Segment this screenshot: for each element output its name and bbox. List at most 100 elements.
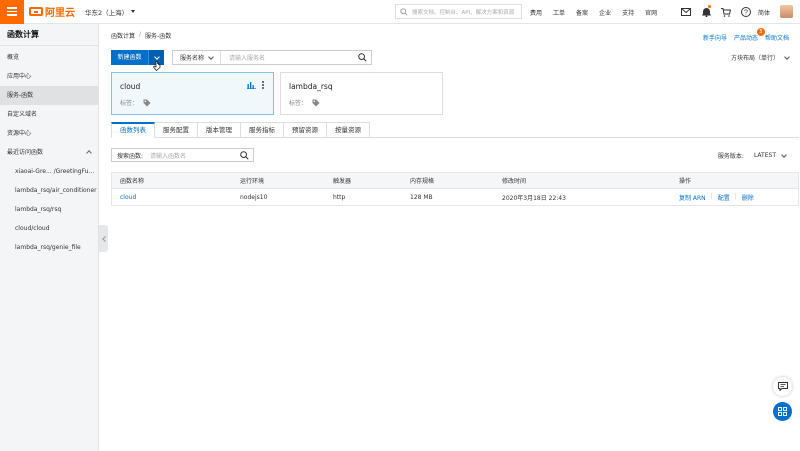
top-links: 费用 工单 备案 企业 支持 官网	[530, 0, 668, 24]
top-link-tickets[interactable]: 工单	[553, 8, 565, 17]
function-memory: 128 MB	[410, 193, 433, 201]
service-version-select[interactable]: 服务版本: LATEST	[718, 151, 787, 160]
aliyun-logo[interactable]: 阿里云	[29, 4, 75, 19]
tab-service-config[interactable]: 服务配置	[155, 122, 198, 138]
service-card-name: cloud	[120, 82, 141, 91]
service-tabs: 函数列表 服务配置 版本管理 服务指标 预留资源 按量资源	[111, 122, 370, 138]
delete-link[interactable]: 删除	[742, 193, 754, 202]
mouse-pointer-icon	[153, 61, 161, 71]
product-news-link[interactable]: 产品动态	[734, 33, 758, 42]
global-search-input[interactable]: 搜索文档、控制台、API、解决方案和资源	[395, 4, 522, 19]
tag-label: 标签：	[120, 100, 139, 107]
top-navigation-bar: 阿里云 华东2（上海） 搜索文档、控制台、API、解决方案和资源 费用 工单 备…	[0, 0, 800, 24]
chevron-down-icon	[781, 151, 787, 158]
sidebar-item-resource-center[interactable]: 资源中心	[0, 124, 98, 143]
recent-function-item[interactable]: lambda_rsq/air_conditioner	[0, 181, 98, 200]
layout-select[interactable]: 方块布局（单行）	[730, 53, 790, 62]
sidebar-item-service-function[interactable]: 服务-函数	[0, 86, 98, 105]
recent-function-item[interactable]: xiaoai-Gre... /GreetingFu...	[0, 162, 98, 181]
search-icon[interactable]	[358, 53, 367, 62]
function-search-input[interactable]: 请输入函数名	[143, 151, 240, 160]
divider: |	[710, 192, 713, 200]
chevron-down-icon	[784, 53, 790, 60]
table-header: 函数名称 运行环境 触发器 内存规格 修改时间 操作	[111, 172, 799, 189]
grid-icon	[778, 407, 787, 416]
tab-reserved-resources[interactable]: 预留资源	[284, 122, 327, 138]
column-header-trigger: 触发器	[333, 178, 352, 185]
new-user-guide-link[interactable]: 新手向导	[703, 33, 727, 42]
service-card-cloud[interactable]: cloud 标签：	[111, 72, 274, 115]
breadcrumb-current: 服务-函数	[145, 33, 172, 40]
header-links: 新手向导 产品动态 帮助文档	[703, 33, 789, 42]
tag-icon[interactable]	[143, 99, 151, 107]
sidebar-group-recent[interactable]: 最近访问函数	[0, 143, 98, 162]
bell-icon[interactable]	[696, 0, 716, 24]
recent-function-item[interactable]: lambda_rsq/rsq	[0, 200, 98, 219]
column-header-actions: 操作	[679, 178, 692, 185]
service-card-lambda-rsq[interactable]: lambda_rsq 标签：	[280, 72, 443, 115]
breadcrumb-root[interactable]: 函数计算	[111, 31, 135, 40]
top-link-icp[interactable]: 备案	[576, 8, 588, 17]
sidebar-group-label: 最近访问函数	[7, 149, 44, 156]
feedback-chat-button[interactable]	[773, 377, 792, 396]
function-modified-time: 2020年3月18日 22:43	[502, 194, 566, 202]
sidebar-item-custom-domain[interactable]: 自定义域名	[0, 105, 98, 124]
top-link-enterprise[interactable]: 企业	[599, 8, 611, 17]
hamburger-menu-icon[interactable]	[0, 0, 24, 24]
divider: |	[734, 192, 737, 200]
service-filter-select[interactable]: 服务名称	[173, 51, 221, 64]
tab-function-list[interactable]: 函数列表	[111, 122, 155, 138]
function-search-label: 搜索函数:	[117, 152, 144, 160]
region-label: 华东2（上海）	[85, 8, 129, 17]
column-header-modified: 修改时间	[502, 178, 527, 185]
recent-function-item[interactable]: cloud/cloud	[0, 219, 98, 238]
top-link-support[interactable]: 支持	[622, 8, 634, 17]
breadcrumb: 函数计算 / 服务-函数	[111, 31, 171, 40]
metrics-chart-icon[interactable]	[247, 81, 256, 89]
service-filter-label: 服务名称	[180, 55, 205, 62]
help-icon[interactable]: ?	[736, 0, 756, 24]
new-function-button[interactable]: 新建函数	[111, 50, 148, 65]
sidebar-item-app-center[interactable]: 应用中心	[0, 67, 98, 86]
search-icon	[400, 8, 408, 16]
global-search-placeholder: 搜索文档、控制台、API、解决方案和资源	[412, 9, 515, 16]
layout-select-label: 方块布局（单行）	[730, 55, 779, 62]
top-icons: ? 简体	[676, 0, 783, 24]
tab-on-demand-resources[interactable]: 按量资源	[327, 122, 370, 138]
tag-icon[interactable]	[312, 99, 320, 107]
cart-icon[interactable]	[716, 0, 736, 24]
tab-service-metrics[interactable]: 服务指标	[241, 122, 284, 138]
function-runtime: nodejs10	[240, 193, 268, 201]
apps-grid-button[interactable]	[773, 402, 792, 421]
top-link-website[interactable]: 官网	[645, 8, 657, 17]
language-switch[interactable]: 简体	[758, 8, 770, 17]
function-trigger: http	[333, 193, 346, 201]
function-search-bar: 搜索函数: 请输入函数名	[111, 148, 254, 162]
tag-label: 标签：	[289, 100, 308, 107]
main-content: 函数计算 / 服务-函数 新手向导 产品动态 帮助文档 5 新建函数 服务名称 …	[100, 24, 800, 451]
table-row: cloud nodejs10 http 128 MB 2020年3月18日 22…	[111, 189, 799, 206]
top-link-billing[interactable]: 费用	[530, 8, 542, 17]
more-options-icon[interactable]	[262, 81, 264, 89]
recent-function-item[interactable]: lambda_rsq/genie_file	[0, 238, 98, 257]
news-count-badge: 5	[757, 28, 765, 36]
sidebar-title: 函数计算	[0, 24, 98, 46]
service-card-actions	[247, 81, 264, 89]
configure-link[interactable]: 配置	[718, 193, 730, 202]
function-actions: 复制 ARN | 配置 | 删除	[679, 193, 754, 202]
tab-version-management[interactable]: 版本管理	[198, 122, 241, 138]
user-avatar[interactable]	[780, 5, 793, 18]
search-icon[interactable]	[240, 150, 249, 160]
column-header-runtime: 运行环境	[240, 178, 265, 185]
breadcrumb-separator: /	[139, 31, 142, 38]
help-docs-link[interactable]: 帮助文档	[765, 33, 789, 42]
mail-icon[interactable]	[676, 0, 696, 24]
service-version-value: LATEST	[753, 152, 776, 159]
logo-text: 阿里云	[45, 8, 75, 19]
copy-arn-link[interactable]: 复制 ARN	[679, 193, 706, 202]
service-card-name: lambda_rsq	[289, 82, 333, 91]
sidebar-item-overview[interactable]: 概览	[0, 48, 98, 67]
region-selector[interactable]: 华东2（上海）	[85, 7, 136, 17]
service-search-input[interactable]: 请输入服务名	[221, 53, 358, 62]
function-name-link[interactable]: cloud	[120, 194, 136, 201]
